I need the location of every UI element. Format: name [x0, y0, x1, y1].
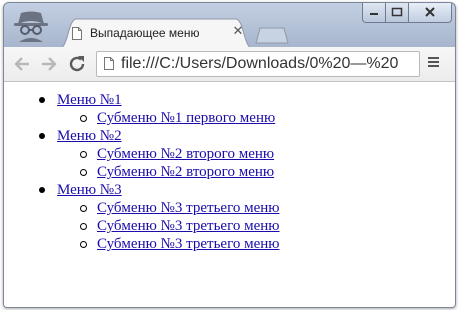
- tab-active[interactable]: Выпадающее меню ✕: [60, 18, 252, 48]
- menu-item: Меню №3 Субменю №3 третьего меню Субменю…: [4, 181, 279, 253]
- menu-link[interactable]: Меню №3: [57, 181, 122, 199]
- title-bar: Выпадающее меню ✕: [4, 3, 455, 48]
- submenu-link[interactable]: Субменю №1 первого меню: [97, 110, 275, 126]
- menu-item: Меню №1 Субменю №1 первого меню: [4, 91, 279, 127]
- menu-link[interactable]: Меню №2: [57, 127, 122, 145]
- back-icon[interactable]: [10, 52, 34, 76]
- menu-list: Меню №1 Субменю №1 первого меню Меню №2 …: [4, 91, 279, 253]
- menu-item: Меню №2 Субменю №2 второго меню Субменю …: [4, 127, 279, 181]
- window-controls: [362, 3, 452, 23]
- submenu-link[interactable]: Субменю №2 второго меню: [97, 146, 274, 162]
- submenu: Субменю №2 второго меню Субменю №2 второ…: [57, 145, 279, 181]
- toolbar: file:///C:/Users/Downloads/0%20—%20: [4, 47, 455, 82]
- submenu-item: Субменю №2 второго меню: [57, 163, 279, 181]
- bullet: [39, 97, 45, 103]
- submenu-item: Субменю №3 третьего меню: [57, 217, 279, 235]
- submenu-link[interactable]: Субменю №3 третьего меню: [97, 218, 279, 234]
- submenu-item: Субменю №2 второго меню: [57, 145, 279, 163]
- submenu-item: Субменю №1 первого меню: [57, 109, 279, 127]
- browser-window: Выпадающее меню ✕ file:///C:/Users/Downl…: [3, 2, 456, 308]
- submenu: Субменю №1 первого меню: [57, 109, 279, 127]
- page-content: Меню №1 Субменю №1 первого меню Меню №2 …: [4, 82, 455, 307]
- url-text: file:///C:/Users/Downloads/0%20—%20: [121, 55, 399, 72]
- page-icon: [72, 27, 82, 40]
- incognito-icon: [14, 11, 48, 42]
- submenu-link[interactable]: Субменю №3 третьего меню: [97, 200, 279, 216]
- maximize-icon[interactable]: [385, 3, 409, 23]
- minimize-icon[interactable]: [362, 3, 386, 23]
- bullet: [39, 187, 45, 193]
- menu-link[interactable]: Меню №1: [57, 91, 122, 109]
- new-tab-icon[interactable]: [254, 26, 290, 44]
- address-bar[interactable]: file:///C:/Users/Downloads/0%20—%20: [96, 51, 420, 77]
- submenu-link[interactable]: Субменю №3 третьего меню: [97, 236, 279, 252]
- menu-icon[interactable]: [427, 55, 441, 73]
- reload-icon[interactable]: [65, 52, 89, 76]
- bullet: [39, 133, 45, 139]
- submenu-item: Субменю №3 третьего меню: [57, 199, 279, 217]
- forward-icon[interactable]: [37, 52, 61, 76]
- submenu-item: Субменю №3 третьего меню: [57, 235, 279, 253]
- window-close-icon[interactable]: [408, 3, 452, 23]
- close-icon[interactable]: ✕: [231, 25, 245, 39]
- page-icon: [104, 57, 114, 70]
- submenu: Субменю №3 третьего меню Субменю №3 трет…: [57, 199, 279, 253]
- tab-title: Выпадающее меню: [90, 26, 200, 40]
- submenu-link[interactable]: Субменю №2 второго меню: [97, 164, 274, 180]
